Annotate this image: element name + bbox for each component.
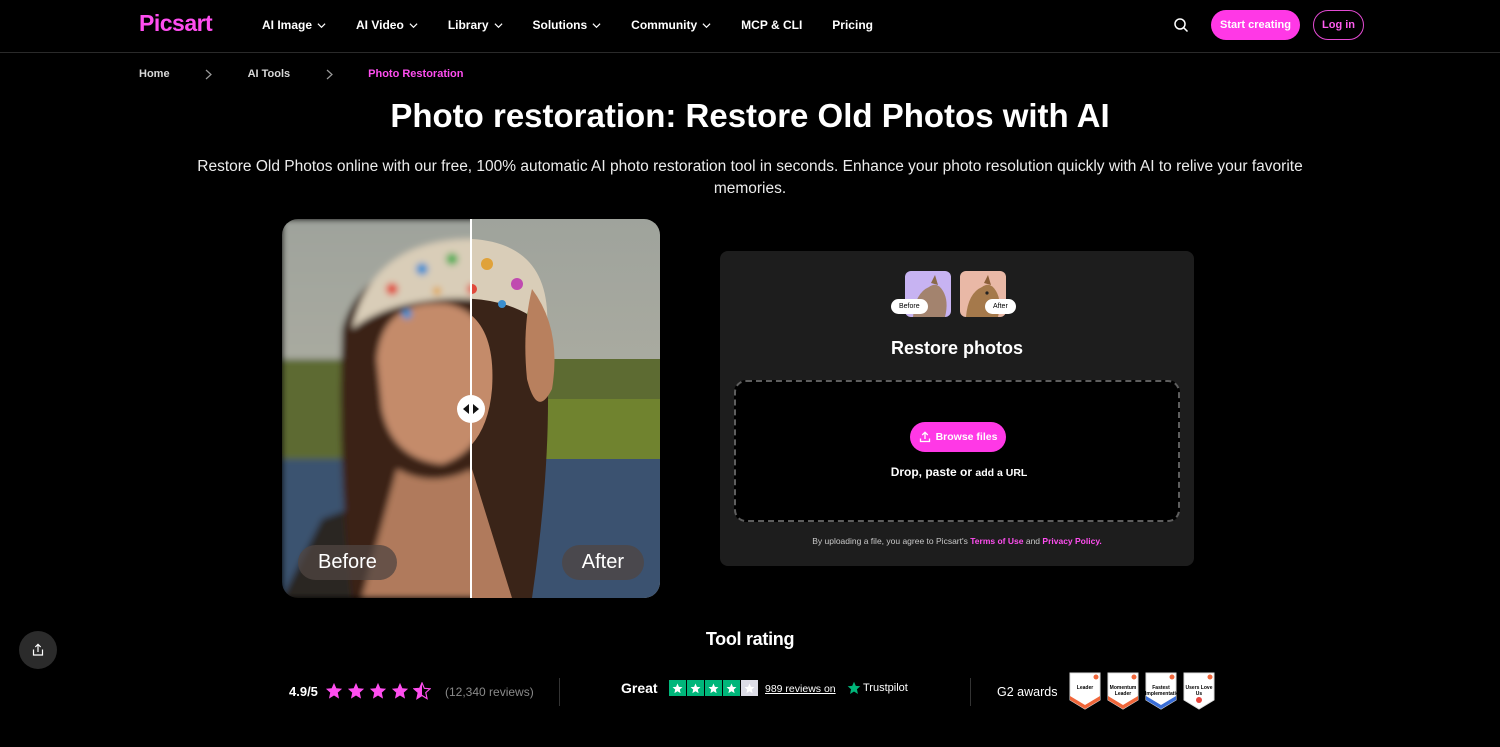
legal-notice: By uploading a file, you agree to Picsar… bbox=[720, 536, 1194, 546]
g2-badges: Leader Momentum Leader Fastest Implement… bbox=[1069, 672, 1215, 710]
legal-prefix: By uploading a file, you agree to Picsar… bbox=[812, 536, 968, 546]
star-icon bbox=[325, 682, 343, 699]
after-label: After bbox=[561, 545, 644, 580]
star-icon bbox=[391, 682, 409, 699]
trustpilot-score-label: Great bbox=[621, 680, 658, 696]
divider bbox=[559, 678, 560, 706]
upload-icon bbox=[919, 431, 930, 443]
page-subtitle: Restore Old Photos online with our free,… bbox=[197, 158, 1303, 197]
star-icon bbox=[741, 680, 758, 696]
drag-arrows-icon[interactable] bbox=[457, 395, 485, 423]
trustpilot-brand: Trustpilot bbox=[863, 682, 908, 694]
terms-link[interactable]: Terms of Use bbox=[970, 536, 1023, 546]
chevron-right-icon bbox=[195, 69, 223, 80]
login-button[interactable]: Log in bbox=[1313, 10, 1364, 40]
trustpilot-star-icon bbox=[847, 681, 861, 694]
nav-label: MCP & CLI bbox=[741, 18, 803, 32]
rating-score: 4.9/5 bbox=[289, 684, 318, 699]
nav-label: Solutions bbox=[532, 18, 588, 32]
star-icon bbox=[369, 682, 387, 699]
trustpilot-logo[interactable]: Trustpilot bbox=[847, 681, 908, 695]
trustpilot-reviews-link[interactable]: 989 reviews on bbox=[765, 683, 836, 695]
review-count: (12,340 reviews) bbox=[445, 685, 534, 699]
nav-library[interactable]: Library bbox=[448, 18, 503, 32]
g2-awards-label: G2 awards bbox=[997, 685, 1058, 699]
trustpilot-stars bbox=[669, 680, 758, 696]
add-url-link[interactable]: add a URL bbox=[975, 467, 1027, 479]
g2-badge-momentum-leader: Momentum Leader bbox=[1107, 672, 1139, 710]
browse-files-button[interactable]: Browse files bbox=[910, 422, 1006, 452]
chevron-down-icon bbox=[317, 22, 326, 28]
breadcrumb-ai-tools[interactable]: AI Tools bbox=[248, 68, 291, 80]
chevron-down-icon bbox=[702, 22, 711, 28]
breadcrumb-home[interactable]: Home bbox=[139, 68, 170, 80]
nav-label: AI Video bbox=[356, 18, 404, 32]
search-icon[interactable] bbox=[1173, 17, 1189, 33]
chevron-right-icon bbox=[315, 69, 343, 80]
before-label: Before bbox=[298, 545, 397, 580]
upload-card: Before After Restore photos Browse files… bbox=[720, 251, 1194, 566]
nav-label: Pricing bbox=[832, 18, 873, 32]
thumb-before-label: Before bbox=[891, 299, 928, 314]
main-nav: AI Image AI Video Library Solutions Comm… bbox=[262, 0, 903, 50]
drop-text: Drop, paste or bbox=[890, 465, 973, 479]
drop-instructions: Drop, paste or add a URL bbox=[736, 465, 1182, 479]
chevron-down-icon bbox=[493, 22, 503, 28]
star-icon bbox=[669, 680, 686, 696]
chevron-down-icon bbox=[409, 22, 418, 28]
upload-title: Restore photos bbox=[890, 338, 1023, 358]
star-icon bbox=[723, 680, 740, 696]
legal-and: and bbox=[1025, 536, 1041, 546]
file-dropzone[interactable]: Browse files Drop, paste or add a URL bbox=[734, 380, 1180, 522]
rating-title: Tool rating bbox=[705, 629, 795, 649]
star-icon bbox=[705, 680, 722, 696]
thumb-after-label: After bbox=[985, 299, 1016, 314]
star-icon bbox=[687, 680, 704, 696]
nav-ai-video[interactable]: AI Video bbox=[356, 18, 418, 32]
before-after-comparison[interactable]: Before After bbox=[282, 219, 660, 598]
g2-badge-fastest-implementation: Fastest Implementation bbox=[1145, 672, 1182, 710]
start-creating-button[interactable]: Start creating bbox=[1211, 10, 1300, 40]
g2-badge-users-love-us: Users Love Us bbox=[1183, 672, 1215, 710]
half-star-icon bbox=[413, 682, 431, 700]
nav-community[interactable]: Community bbox=[631, 18, 711, 32]
nav-ai-image[interactable]: AI Image bbox=[262, 18, 326, 32]
nav-mcp-cli[interactable]: MCP & CLI bbox=[741, 18, 802, 32]
top-navigation-bar: Picsart AI Image AI Video Library Soluti… bbox=[0, 0, 1500, 53]
page-title: Photo restoration: Restore Old Photos wi… bbox=[390, 97, 1110, 134]
nav-solutions[interactable]: Solutions bbox=[533, 18, 602, 32]
rating-stars bbox=[325, 682, 431, 700]
divider bbox=[970, 678, 971, 706]
privacy-link[interactable]: Privacy Policy. bbox=[1042, 536, 1101, 546]
breadcrumb: Home AI Tools Photo Restoration bbox=[139, 68, 463, 80]
nav-label: Library bbox=[447, 18, 489, 32]
nav-label: Community bbox=[631, 18, 698, 32]
breadcrumb-current: Photo Restoration bbox=[368, 68, 464, 80]
browse-files-label: Browse files bbox=[935, 431, 998, 443]
nav-label: AI Image bbox=[262, 18, 313, 32]
g2-badge-leader: Leader bbox=[1069, 672, 1101, 710]
chevron-down-icon bbox=[592, 22, 601, 28]
nav-pricing[interactable]: Pricing bbox=[832, 18, 873, 32]
star-icon bbox=[347, 682, 365, 699]
picsart-logo[interactable]: Picsart bbox=[139, 10, 213, 37]
